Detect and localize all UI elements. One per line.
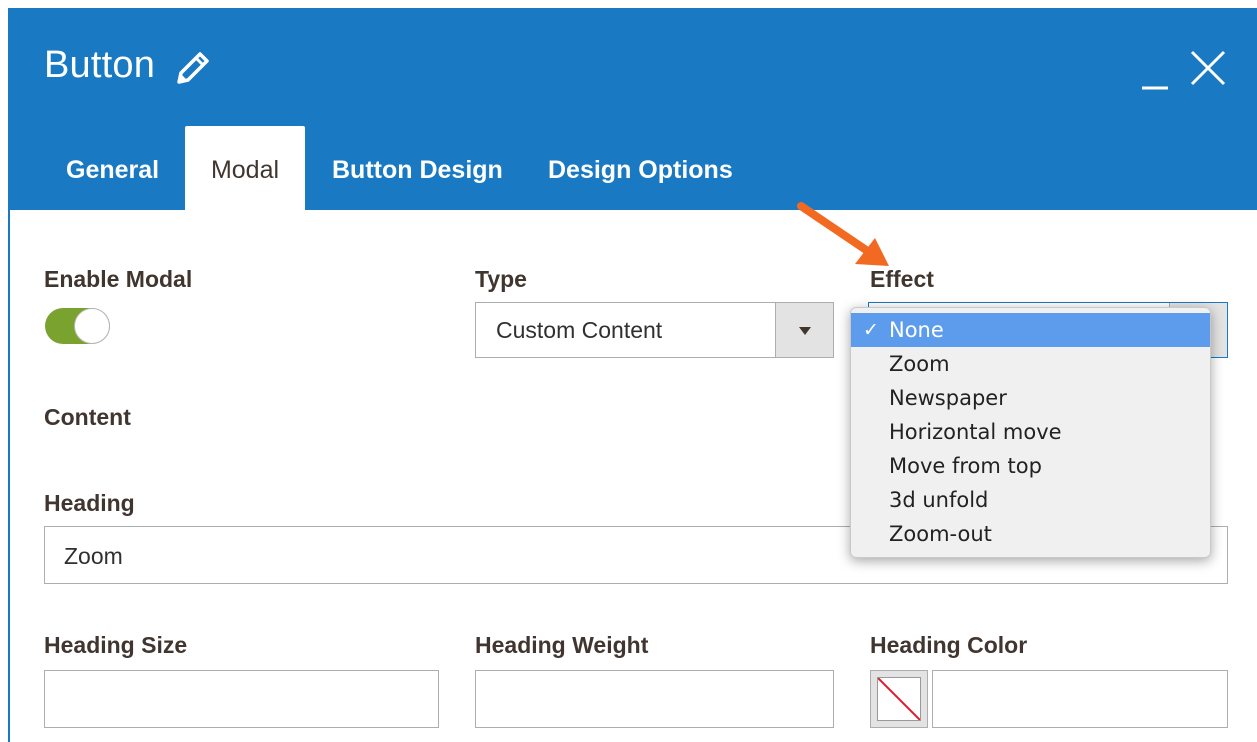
type-label: Type [475,266,527,292]
heading-weight-input[interactable] [475,670,834,728]
effect-option-none[interactable]: ✓ None [851,313,1210,347]
heading-label: Heading [44,490,135,516]
type-select[interactable]: Custom Content [475,302,834,358]
heading-size-label: Heading Size [44,632,188,658]
toggle-knob [74,308,110,344]
no-color-icon [877,677,921,721]
close-icon[interactable] [1186,46,1230,90]
color-swatch-button[interactable] [870,670,928,728]
chevron-down-icon [799,327,811,335]
tab-button-design[interactable]: Button Design [332,126,503,210]
type-select-button[interactable] [775,303,833,357]
tab-general[interactable]: General [66,126,159,210]
effect-option-zoom-out[interactable]: Zoom-out [851,517,1210,551]
modal-header: Button General Modal Button Design Desig… [10,8,1257,210]
modal-title: Button [44,44,156,86]
enable-modal-toggle[interactable] [45,308,110,344]
type-select-value: Custom Content [496,317,663,343]
modal-window: Button General Modal Button Design Desig… [8,8,1257,742]
tab-modal[interactable]: Modal [185,126,305,210]
effect-option-zoom[interactable]: Zoom [851,347,1210,381]
tab-design-options[interactable]: Design Options [548,126,733,210]
pencil-icon[interactable] [173,48,213,88]
minimize-icon[interactable] [1138,52,1172,92]
checkmark-icon: ✓ [863,319,879,341]
heading-size-input[interactable] [44,670,439,728]
heading-weight-label: Heading Weight [475,632,649,658]
effect-option-newspaper[interactable]: Newspaper [851,381,1210,415]
heading-color-input[interactable] [932,670,1228,728]
heading-color-label: Heading Color [870,632,1028,658]
effect-option-3d-unfold[interactable]: 3d unfold [851,483,1210,517]
annotation-arrow-icon [797,202,889,266]
content-label: Content [44,404,131,430]
heading-input-value: Zoom [64,543,123,569]
enable-modal-label: Enable Modal [44,266,193,292]
effect-option-horizontal-move[interactable]: Horizontal move [851,415,1210,449]
effect-dropdown-menu: ✓ None Zoom Newspaper Horizontal move Mo… [850,307,1211,558]
effect-option-move-from-top[interactable]: Move from top [851,449,1210,483]
